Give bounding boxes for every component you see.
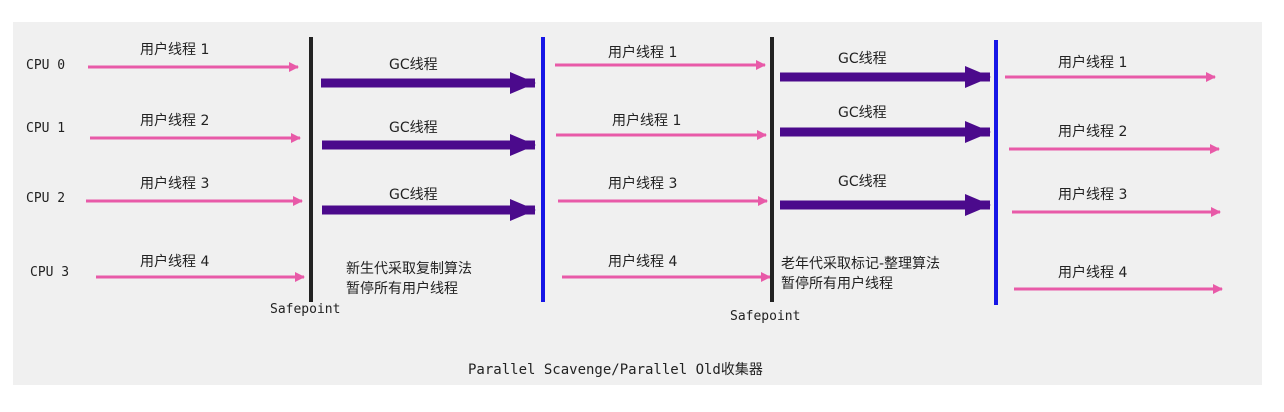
safepoint-label: Safepoint (270, 302, 340, 317)
gc-thread-label: GC线程 (389, 187, 438, 203)
diagram-svg: CPU 0 CPU 1 CPU 2 CPU 3 用户线程 1 用户线程 2 用户… (13, 22, 1262, 385)
user-thread-label: 用户线程 4 (1058, 264, 1127, 281)
gc-thread-label: GC线程 (389, 120, 438, 136)
user-thread-label: 用户线程 3 (608, 175, 677, 192)
user-thread-label: 用户线程 1 (612, 112, 681, 129)
diagram-canvas: CPU 0 CPU 1 CPU 2 CPU 3 用户线程 1 用户线程 2 用户… (0, 0, 1284, 407)
phase-note: 暂停所有用户线程 (781, 275, 893, 292)
cpu-label: CPU 1 (26, 121, 65, 136)
cpu-label: CPU 0 (26, 58, 65, 73)
user-thread-label: 用户线程 2 (1058, 123, 1127, 140)
gc-thread-label: GC线程 (838, 51, 887, 67)
gc-thread-label: GC线程 (838, 174, 887, 190)
cpu-label: CPU 3 (30, 265, 69, 280)
cpu-label: CPU 2 (26, 191, 65, 206)
user-thread-label: 用户线程 4 (140, 253, 209, 270)
user-thread-label: 用户线程 2 (140, 112, 209, 129)
user-thread-label: 用户线程 1 (608, 44, 677, 61)
user-thread-label: 用户线程 3 (140, 175, 209, 192)
user-thread-label: 用户线程 1 (1058, 54, 1127, 71)
phase-note: 暂停所有用户线程 (346, 280, 458, 297)
gc-thread-label: GC线程 (389, 57, 438, 73)
phase-note: 老年代采取标记-整理算法 (781, 256, 940, 272)
diagram-caption: Parallel Scavenge/Parallel Old收集器 (468, 361, 763, 378)
user-thread-label: 用户线程 3 (1058, 186, 1127, 203)
safepoint-label: Safepoint (730, 309, 800, 324)
user-thread-label: 用户线程 1 (140, 41, 209, 58)
user-thread-label: 用户线程 4 (608, 253, 677, 270)
gc-thread-label: GC线程 (838, 105, 887, 121)
phase-note: 新生代采取复制算法 (346, 260, 472, 277)
